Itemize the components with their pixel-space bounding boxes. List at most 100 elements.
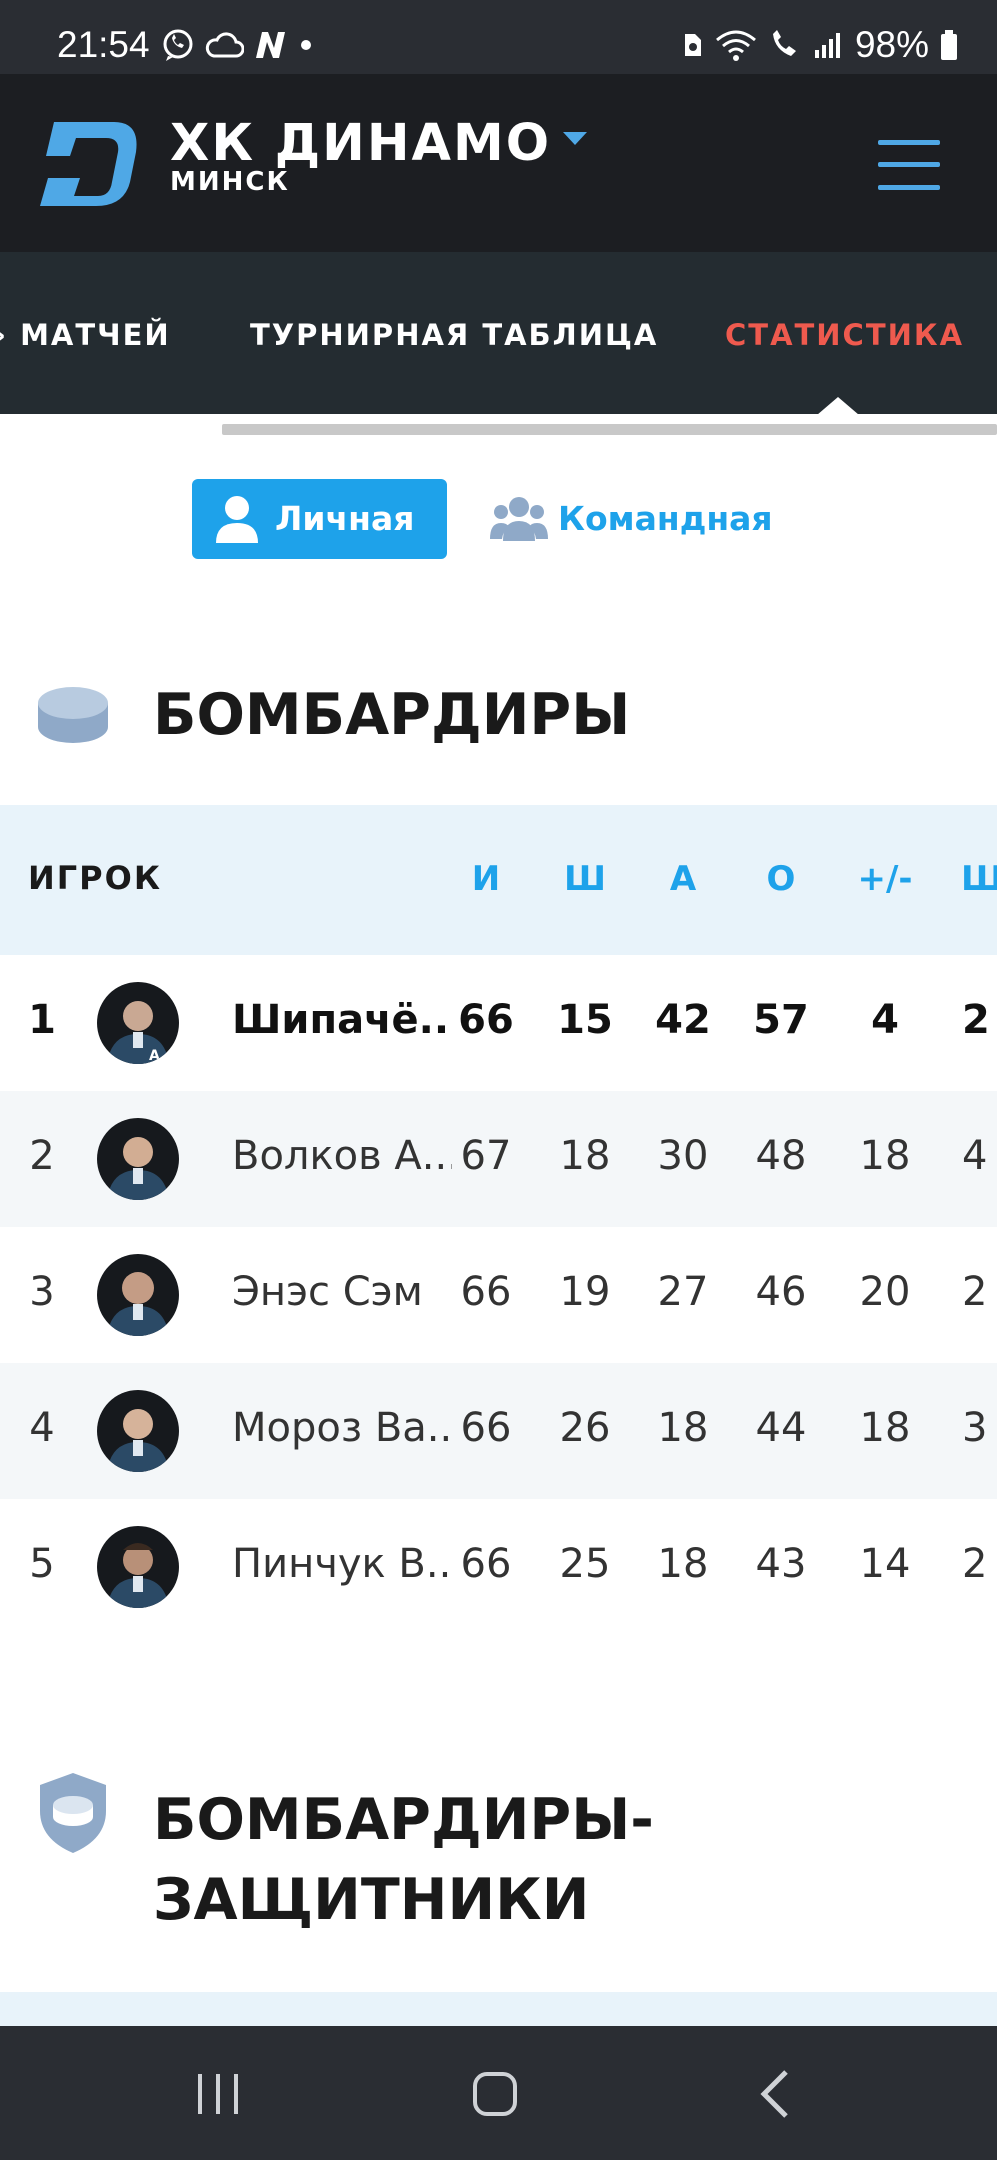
puck-icon xyxy=(38,687,108,743)
system-icons: 98% xyxy=(681,24,959,66)
site-header: ХК ДИНАМО МИНСК xyxy=(0,74,997,252)
avatar xyxy=(97,1390,179,1472)
section-title-line2: ЗАЩИТНИКИ xyxy=(153,1867,590,1933)
games: 66 xyxy=(460,1405,512,1451)
system-nav-bar xyxy=(0,2026,997,2160)
section-title-defender-scorers: БОМБАРДИРЫ- ЗАЩИТНИКИ xyxy=(153,1780,654,1940)
plus-minus: 14 xyxy=(859,1541,911,1587)
back-icon[interactable] xyxy=(746,2064,806,2124)
rank: 4 xyxy=(29,1405,55,1451)
wifi-icon xyxy=(715,30,756,61)
shield-icon xyxy=(40,1773,106,1853)
tab-matches[interactable]: › МАТЧЕЙ xyxy=(0,318,171,352)
games: 66 xyxy=(458,997,514,1043)
table-header: ИГРОК И Ш А О +/- Ш xyxy=(0,805,997,955)
table-row[interactable]: 5 Пинчук В... 66 25 18 43 14 2 xyxy=(0,1499,997,1635)
extra: 2 xyxy=(962,1541,988,1587)
recent-apps-icon[interactable] xyxy=(188,2064,248,2124)
extra: 3 xyxy=(962,1405,988,1451)
plus-minus: 4 xyxy=(871,997,899,1043)
assists: 18 xyxy=(657,1405,709,1451)
rank: 3 xyxy=(29,1269,55,1315)
games: 66 xyxy=(460,1541,512,1587)
rank: 5 xyxy=(29,1541,55,1587)
assists: 27 xyxy=(657,1269,709,1315)
status-time: 21:54 xyxy=(57,24,150,65)
assists: 42 xyxy=(655,997,711,1043)
col-extra[interactable]: Ш xyxy=(942,859,997,899)
rank: 2 xyxy=(29,1133,55,1179)
avatar: A xyxy=(97,982,179,1064)
col-points[interactable]: О xyxy=(741,859,821,899)
table-row[interactable]: 4 Мороз Ва... 66 26 18 44 18 3 xyxy=(0,1363,997,1499)
col-assists[interactable]: А xyxy=(643,859,723,899)
active-tab-indicator xyxy=(817,397,859,415)
svg-text:A: A xyxy=(149,1048,160,1064)
table-row[interactable]: 3 Энэс Сэм 66 19 27 46 20 2 xyxy=(0,1227,997,1363)
goals: 19 xyxy=(559,1269,611,1315)
assists: 30 xyxy=(657,1133,709,1179)
games: 66 xyxy=(460,1269,512,1315)
player-name[interactable]: Шипачё... xyxy=(232,997,452,1043)
avatar xyxy=(97,1118,179,1200)
player-name[interactable]: Энэс Сэм xyxy=(232,1269,452,1315)
points: 44 xyxy=(755,1405,807,1451)
rank: 1 xyxy=(28,997,56,1043)
goals: 15 xyxy=(557,997,613,1043)
extra: 2 xyxy=(962,1269,988,1315)
users-icon xyxy=(490,497,548,541)
player-name[interactable]: Мороз Ва... xyxy=(232,1405,452,1451)
tabs-scrollbar[interactable] xyxy=(222,424,997,435)
goals: 25 xyxy=(559,1541,611,1587)
games: 67 xyxy=(460,1133,512,1179)
n-app-icon xyxy=(256,32,285,58)
battery-level: 98% xyxy=(854,24,929,65)
status-bar: 21:54 98% xyxy=(0,0,997,74)
points: 43 xyxy=(755,1541,807,1587)
personal-stats-button[interactable]: Личная xyxy=(192,479,447,559)
table-row[interactable]: 1 A Шипачё... 66 15 42 57 4 2 xyxy=(0,955,997,1091)
avatar xyxy=(97,1254,179,1336)
points: 48 xyxy=(755,1133,807,1179)
points: 57 xyxy=(753,997,809,1043)
col-player[interactable]: ИГРОК xyxy=(28,859,162,897)
extra: 2 xyxy=(962,997,990,1043)
assists: 18 xyxy=(657,1541,709,1587)
tab-standings[interactable]: ТУРНИРНАЯ ТАБЛИЦА xyxy=(250,318,658,352)
cloud-icon xyxy=(205,32,244,58)
player-name[interactable]: Пинчук В... xyxy=(232,1541,452,1587)
plus-minus: 18 xyxy=(859,1133,911,1179)
col-games[interactable]: И xyxy=(446,859,526,899)
section-title-line1: БОМБАРДИРЫ- xyxy=(153,1787,654,1853)
chevron-down-icon[interactable] xyxy=(563,132,587,145)
user-icon xyxy=(216,496,258,543)
team-name: ХК ДИНАМО xyxy=(170,114,552,173)
personal-stats-label: Личная xyxy=(275,499,415,538)
home-icon[interactable] xyxy=(465,2064,525,2124)
plus-minus: 20 xyxy=(859,1269,911,1315)
sim-icon xyxy=(684,34,701,56)
team-brand[interactable]: ХК ДИНАМО МИНСК xyxy=(170,114,551,197)
tab-statistics[interactable]: СТАТИСТИКА xyxy=(725,318,964,352)
battery-icon xyxy=(941,30,957,60)
menu-icon[interactable] xyxy=(878,138,940,192)
points: 46 xyxy=(755,1269,807,1315)
table-row[interactable]: 2 Волков А... 67 18 30 48 18 4 xyxy=(0,1091,997,1227)
viber-icon xyxy=(163,29,193,61)
col-plus-minus[interactable]: +/- xyxy=(845,859,925,899)
goals: 26 xyxy=(559,1405,611,1451)
goals: 18 xyxy=(559,1133,611,1179)
dot-icon xyxy=(301,40,311,50)
next-table-header xyxy=(0,1992,997,2026)
dinamo-logo-icon[interactable] xyxy=(36,116,142,210)
col-goals[interactable]: Ш xyxy=(545,859,625,899)
team-stats-label: Командная xyxy=(558,499,773,538)
extra: 4 xyxy=(962,1133,988,1179)
signal-icon xyxy=(814,33,840,58)
notification-icons xyxy=(160,28,316,62)
avatar xyxy=(97,1526,179,1608)
section-tabs: › МАТЧЕЙ ТУРНИРНАЯ ТАБЛИЦА СТАТИСТИКА xyxy=(0,252,997,415)
plus-minus: 18 xyxy=(859,1405,911,1451)
player-name[interactable]: Волков А... xyxy=(232,1133,452,1179)
call-icon xyxy=(772,30,796,56)
